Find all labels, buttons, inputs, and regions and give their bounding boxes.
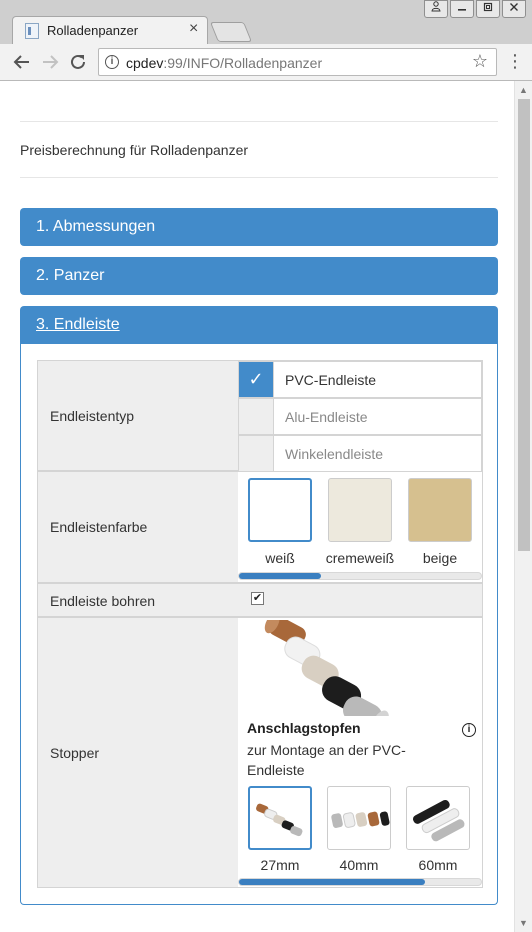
swatch-label: weiß xyxy=(265,550,295,566)
stopper-scrollbar[interactable] xyxy=(238,878,482,886)
option-pvc-endleiste[interactable]: ✓ PVC-Endleiste xyxy=(238,361,482,398)
scroll-up-icon[interactable]: ▲ xyxy=(519,85,528,95)
section-label: 1. Abmessungen xyxy=(36,218,156,235)
section-panzer[interactable]: 2. Panzer xyxy=(20,257,498,295)
site-info-icon[interactable]: i xyxy=(105,55,119,69)
stopper-scrollbar-thumb[interactable] xyxy=(239,879,426,885)
option-label: Winkelendleiste xyxy=(285,446,384,462)
color-scrollbar[interactable] xyxy=(238,572,482,580)
section-label: 3. Endleiste xyxy=(36,316,120,333)
endleistentyp-label: Endleistentyp xyxy=(50,408,135,424)
size-label: 60mm xyxy=(418,857,458,873)
forward-arrow-icon[interactable] xyxy=(38,50,62,74)
option-label: Alu-Endleiste xyxy=(285,409,368,425)
tab-close-icon[interactable]: × xyxy=(189,20,198,38)
section-abmessungen[interactable]: 1. Abmessungen xyxy=(20,208,498,246)
section-label: 2. Panzer xyxy=(36,267,105,284)
page-favicon-icon xyxy=(25,23,39,39)
browser-toolbar: i cpdev:99/INFO/Rolladenpanzer ☆ ⋮ xyxy=(0,44,532,81)
page-scrollbar-thumb[interactable] xyxy=(518,99,530,551)
address-bar[interactable]: i cpdev:99/INFO/Rolladenpanzer ☆ xyxy=(98,48,497,76)
bohren-label: Endleiste bohren xyxy=(50,593,156,609)
divider xyxy=(20,177,498,178)
title-bar: Rolladenpanzer × xyxy=(0,0,532,44)
divider xyxy=(20,121,498,122)
product-description: zur Montage an der PVC-Endleiste xyxy=(247,742,406,778)
color-swatch-weiss[interactable] xyxy=(248,478,312,542)
option-checkbox xyxy=(239,399,274,434)
page-scrollbar[interactable]: ▲ ▼ xyxy=(514,81,532,932)
stopper-product-image xyxy=(264,620,389,716)
checkmark-icon: ✓ xyxy=(239,362,274,397)
reload-icon[interactable] xyxy=(66,50,90,74)
color-scrollbar-thumb[interactable] xyxy=(239,573,322,579)
swatch-label: cremeweiß xyxy=(325,550,395,566)
browser-chrome: Rolladenpanzer × i cpdev:99/INFO/Rollade… xyxy=(0,0,532,81)
user-icon[interactable] xyxy=(424,0,448,18)
product-title: Anschlagstopfen xyxy=(247,720,361,736)
stopper-label: Stopper xyxy=(50,745,100,761)
stopper-size-27mm[interactable] xyxy=(248,786,312,850)
window-controls xyxy=(424,0,526,18)
stopper-size-40mm[interactable] xyxy=(327,786,391,850)
size-label: 40mm xyxy=(339,857,379,873)
bookmark-star-icon[interactable]: ☆ xyxy=(472,51,488,72)
endleistentyp-options: ✓ PVC-Endleiste Alu-Endleiste Winkelendl… xyxy=(238,361,482,472)
back-arrow-icon[interactable] xyxy=(10,50,34,74)
maximize-icon[interactable] xyxy=(476,0,500,18)
size-label: 27mm xyxy=(260,857,300,873)
new-tab-button[interactable] xyxy=(209,22,253,42)
endleistenfarbe-label: Endleistenfarbe xyxy=(50,519,148,535)
option-winkelendleiste[interactable]: Winkelendleiste xyxy=(238,435,482,472)
bohren-checkbox[interactable]: ✔ xyxy=(251,592,264,605)
browser-menu-icon[interactable]: ⋮ xyxy=(506,51,524,72)
color-swatch-beige[interactable] xyxy=(408,478,472,542)
swatch-label: beige xyxy=(422,550,458,566)
page-heading: Preisberechnung für Rolladenpanzer xyxy=(20,142,249,158)
browser-tab[interactable]: Rolladenpanzer × xyxy=(12,16,208,44)
close-icon[interactable] xyxy=(502,0,526,18)
option-checkbox xyxy=(239,436,274,471)
minimize-icon[interactable] xyxy=(450,0,474,18)
endleiste-panel: Endleistentyp ✓ PVC-Endleiste Alu-Endlei… xyxy=(20,344,498,905)
tab-title: Rolladenpanzer xyxy=(47,23,139,38)
endleistenfarbe-row: Endleistenfarbe weiß cremeweiß beige xyxy=(37,471,483,583)
page-content: Preisberechnung für Rolladenpanzer 1. Ab… xyxy=(4,81,514,932)
scroll-down-icon[interactable]: ▼ xyxy=(519,918,528,928)
endleistenfarbe-options: weiß cremeweiß beige xyxy=(238,472,482,582)
stopper-size-60mm[interactable] xyxy=(406,786,470,850)
color-swatch-cremeweiss[interactable] xyxy=(328,478,392,542)
bohren-row: Endleiste bohren ✔ xyxy=(37,583,483,617)
info-icon[interactable]: i xyxy=(462,723,476,737)
stopper-options: Anschlagstopfen i zur Montage an der PVC… xyxy=(238,618,482,887)
option-alu-endleiste[interactable]: Alu-Endleiste xyxy=(238,398,482,435)
url-text: cpdev:99/INFO/Rolladenpanzer xyxy=(126,55,323,71)
option-label: PVC-Endleiste xyxy=(285,372,377,388)
section-endleiste[interactable]: 3. Endleiste xyxy=(20,306,498,344)
endleistentyp-row: Endleistentyp ✓ PVC-Endleiste Alu-Endlei… xyxy=(37,360,483,472)
stopper-row: Stopper Anschlagstopfen i zur Montage an… xyxy=(37,617,483,888)
